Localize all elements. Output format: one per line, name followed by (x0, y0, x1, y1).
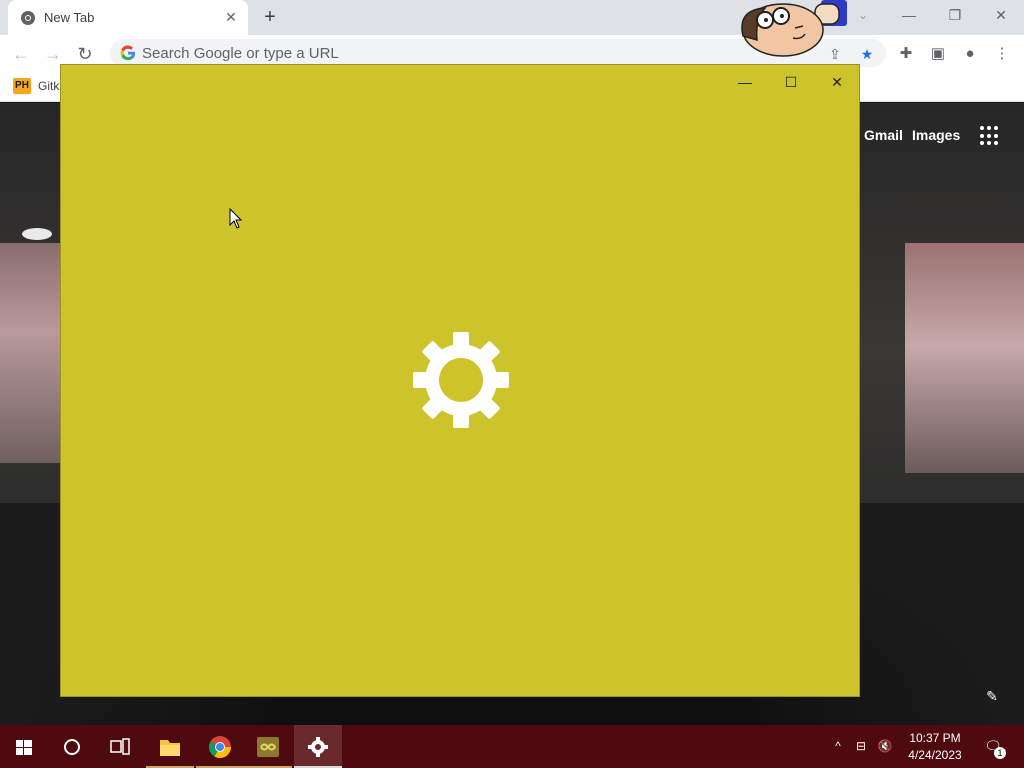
app-maximize-button[interactable]: ☐ (768, 69, 814, 95)
start-button[interactable] (0, 725, 48, 768)
new-tab-button[interactable]: + (258, 6, 282, 30)
folder-icon (160, 740, 180, 756)
chrome-icon (21, 11, 35, 25)
task-view-button[interactable] (96, 725, 144, 768)
mouse-cursor-icon (229, 208, 243, 229)
menu-icon[interactable]: ⋮ (991, 43, 1013, 65)
settings-taskbar-button[interactable] (294, 725, 342, 768)
task-view-icon (110, 738, 130, 755)
notifications-count-badge: 1 (994, 747, 1006, 759)
gmail-link[interactable]: Gmail (864, 127, 903, 143)
tray-overflow-icon[interactable]: ^ (829, 737, 847, 755)
window-restore-button[interactable]: ❐ (932, 0, 978, 30)
network-icon[interactable]: ⊟ (852, 737, 870, 755)
apps-grid-icon[interactable] (980, 126, 1000, 146)
bookmark-favicon: PH (13, 78, 31, 94)
tab-new-tab[interactable]: New Tab ✕ (8, 0, 248, 35)
background-lamp (22, 228, 52, 240)
background-image-right (905, 243, 1024, 473)
google-icon (120, 45, 136, 61)
taskbar: ^ ⊟ 🔇 10:37 PM 4/24/2023 🗨 1 (0, 725, 1024, 768)
app-launcher-button[interactable] (244, 725, 292, 768)
bookmark-star-icon[interactable]: ★ (858, 45, 876, 63)
side-panel-icon[interactable]: ▣ (927, 43, 949, 65)
profile-icon[interactable]: ● (959, 43, 981, 65)
extensions-icon[interactable]: ✚ (895, 43, 917, 65)
clock-date: 4/24/2023 (908, 748, 962, 762)
images-link[interactable]: Images (912, 127, 960, 143)
edit-background-icon[interactable]: ✎ (984, 688, 1000, 704)
bookmark-item[interactable]: Gitk (38, 79, 59, 93)
tab-search-icon[interactable]: ⌄ (854, 8, 872, 26)
taskbar-clock[interactable]: 10:37 PM 4/24/2023 (900, 730, 970, 764)
back-button[interactable]: ← (8, 41, 34, 67)
cartoon-face-icon (741, 0, 847, 57)
gear-icon (413, 332, 509, 428)
search-button[interactable] (48, 725, 96, 768)
tab-close-icon[interactable]: ✕ (222, 8, 240, 26)
loading-window: — ☐ ✕ (60, 64, 860, 697)
tab-strip: New Tab ✕ + ⌄ — ❐ ✕ (0, 0, 1024, 35)
omnibox-input[interactable] (142, 42, 822, 64)
chrome-taskbar-button[interactable] (196, 725, 244, 768)
settings-gear-icon (308, 737, 328, 757)
app-minimize-button[interactable]: — (722, 69, 768, 95)
cortana-search-icon (64, 739, 80, 755)
window-minimize-button[interactable]: — (886, 0, 932, 30)
app-close-button[interactable]: ✕ (814, 69, 860, 95)
chrome-icon (209, 736, 231, 758)
windows-icon (16, 740, 32, 755)
clock-time: 10:37 PM (909, 731, 961, 745)
tab-title: New Tab (44, 10, 95, 25)
app-launcher-icon (257, 737, 279, 757)
volume-muted-icon[interactable]: 🔇 (876, 737, 894, 755)
window-close-button[interactable]: ✕ (978, 0, 1024, 30)
file-explorer-button[interactable] (146, 725, 194, 768)
